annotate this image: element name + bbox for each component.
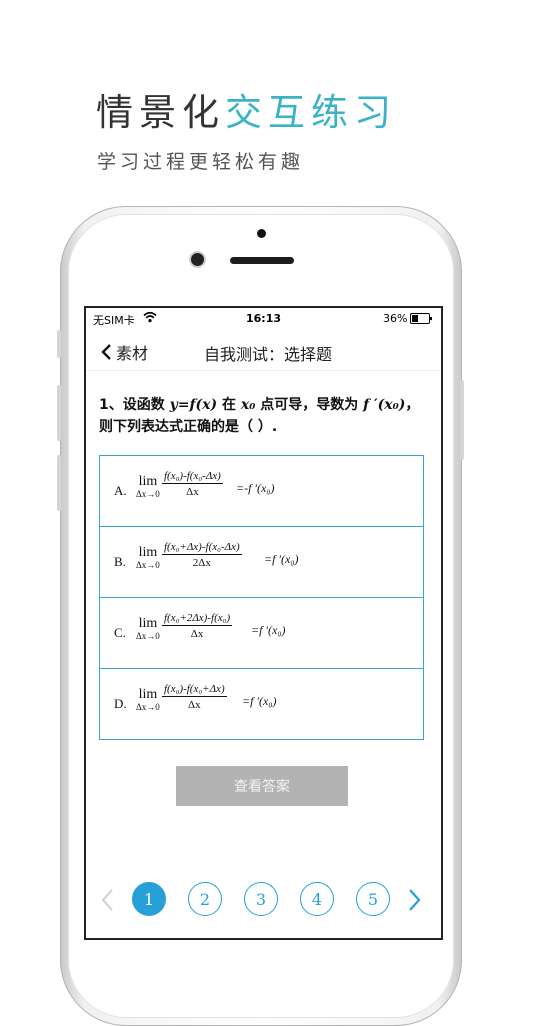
page-dot-1[interactable]: 1: [132, 882, 166, 916]
hero-title: 情景化交互练习: [96, 82, 397, 136]
hero-subtitle: 学习过程更轻松有趣: [97, 151, 305, 173]
clock: 16:13: [246, 312, 282, 325]
page-dot-5[interactable]: 5: [356, 882, 390, 916]
fraction: f(x₀)-f(x₀+Δx) Δx: [162, 683, 227, 711]
carrier-label: 无SIM卡: [93, 314, 135, 327]
equation-rhs: =f ′(x₀): [251, 623, 286, 637]
chevron-left-icon[interactable]: [100, 888, 114, 912]
view-answer-button[interactable]: 查看答案: [176, 766, 348, 806]
equation-rhs: =f ′(x₀): [242, 694, 277, 708]
question-derivative: f ′(x₀): [363, 397, 406, 413]
question-prefix: 1、设函数: [99, 397, 165, 413]
question-function: y=f(x): [169, 397, 218, 413]
equation-rhs: =-f ′(x₀): [236, 481, 275, 495]
option-label: C.: [114, 625, 126, 640]
question-pager: 1 2 3 4 5: [86, 880, 441, 920]
option-b[interactable]: B. lim Δx→0 f(x₀+Δx)-f(x₀-Δx) 2Δx =f ′(x₀): [100, 527, 423, 598]
limit-operator: lim Δx→0: [136, 545, 160, 571]
hero-title-dark: 情景化: [96, 91, 225, 134]
front-camera: [191, 253, 204, 266]
limit-operator: lim Δx→0: [136, 474, 160, 500]
nav-bar: 素材 自我测试：选择题: [86, 330, 441, 371]
fraction: f(x₀)-f(x₀-Δx) Δx: [162, 470, 223, 498]
equation-rhs: =f ′(x₀): [264, 552, 299, 566]
limit-operator: lim Δx→0: [136, 687, 160, 713]
earpiece-speaker: [230, 257, 294, 264]
proximity-sensor: [257, 229, 266, 238]
option-a[interactable]: A. lim Δx→0 f(x₀)-f(x₀-Δx) Δx =-f ′(x₀): [100, 456, 423, 527]
battery-percent: 36%: [383, 312, 408, 325]
option-label: D.: [114, 696, 127, 711]
page-dot-4[interactable]: 4: [300, 882, 334, 916]
fraction: f(x₀+Δx)-f(x₀-Δx) 2Δx: [162, 541, 242, 569]
power-button: [460, 380, 464, 460]
wifi-icon: [143, 311, 157, 323]
hero-title-accent: 交互练习: [225, 91, 397, 134]
chevron-right-icon[interactable]: [408, 888, 422, 912]
fraction: f(x₀+2Δx)-f(x₀) Δx: [162, 612, 233, 640]
status-bar: 无SIM卡 16:13 36%: [86, 308, 441, 328]
option-d[interactable]: D. lim Δx→0 f(x₀)-f(x₀+Δx) Δx =f ′(x₀): [100, 669, 423, 739]
mute-switch: [57, 330, 61, 358]
question-mid: 在: [221, 397, 236, 413]
phone-screen: 无SIM卡 16:13 36% 素材 自我测试：选择题 1、设函数 y=f(x)…: [84, 306, 443, 940]
chevron-left-icon: [101, 344, 111, 360]
question-text: 1、设函数 y=f(x) 在 x₀ 点可导，导数为 f ′(x₀)，则下列表达式…: [99, 394, 429, 438]
question-mid2: 点可导，导数为: [260, 397, 359, 413]
battery-icon: [410, 313, 432, 324]
back-button[interactable]: 素材: [100, 340, 148, 364]
volume-down-button: [57, 455, 61, 511]
volume-up-button: [57, 385, 61, 441]
option-c[interactable]: C. lim Δx→0 f(x₀+2Δx)-f(x₀) Δx =f ′(x₀): [100, 598, 423, 669]
page-dot-3[interactable]: 3: [244, 882, 278, 916]
page-title: 自我测试：选择题: [204, 345, 333, 364]
question-point: x₀: [240, 397, 256, 413]
options-list: A. lim Δx→0 f(x₀)-f(x₀-Δx) Δx =-f ′(x₀) B.…: [99, 455, 424, 740]
limit-operator: lim Δx→0: [136, 616, 160, 642]
option-label: B.: [114, 554, 126, 569]
page-dot-2[interactable]: 2: [188, 882, 222, 916]
option-label: A.: [114, 483, 127, 498]
back-label: 素材: [116, 344, 149, 363]
